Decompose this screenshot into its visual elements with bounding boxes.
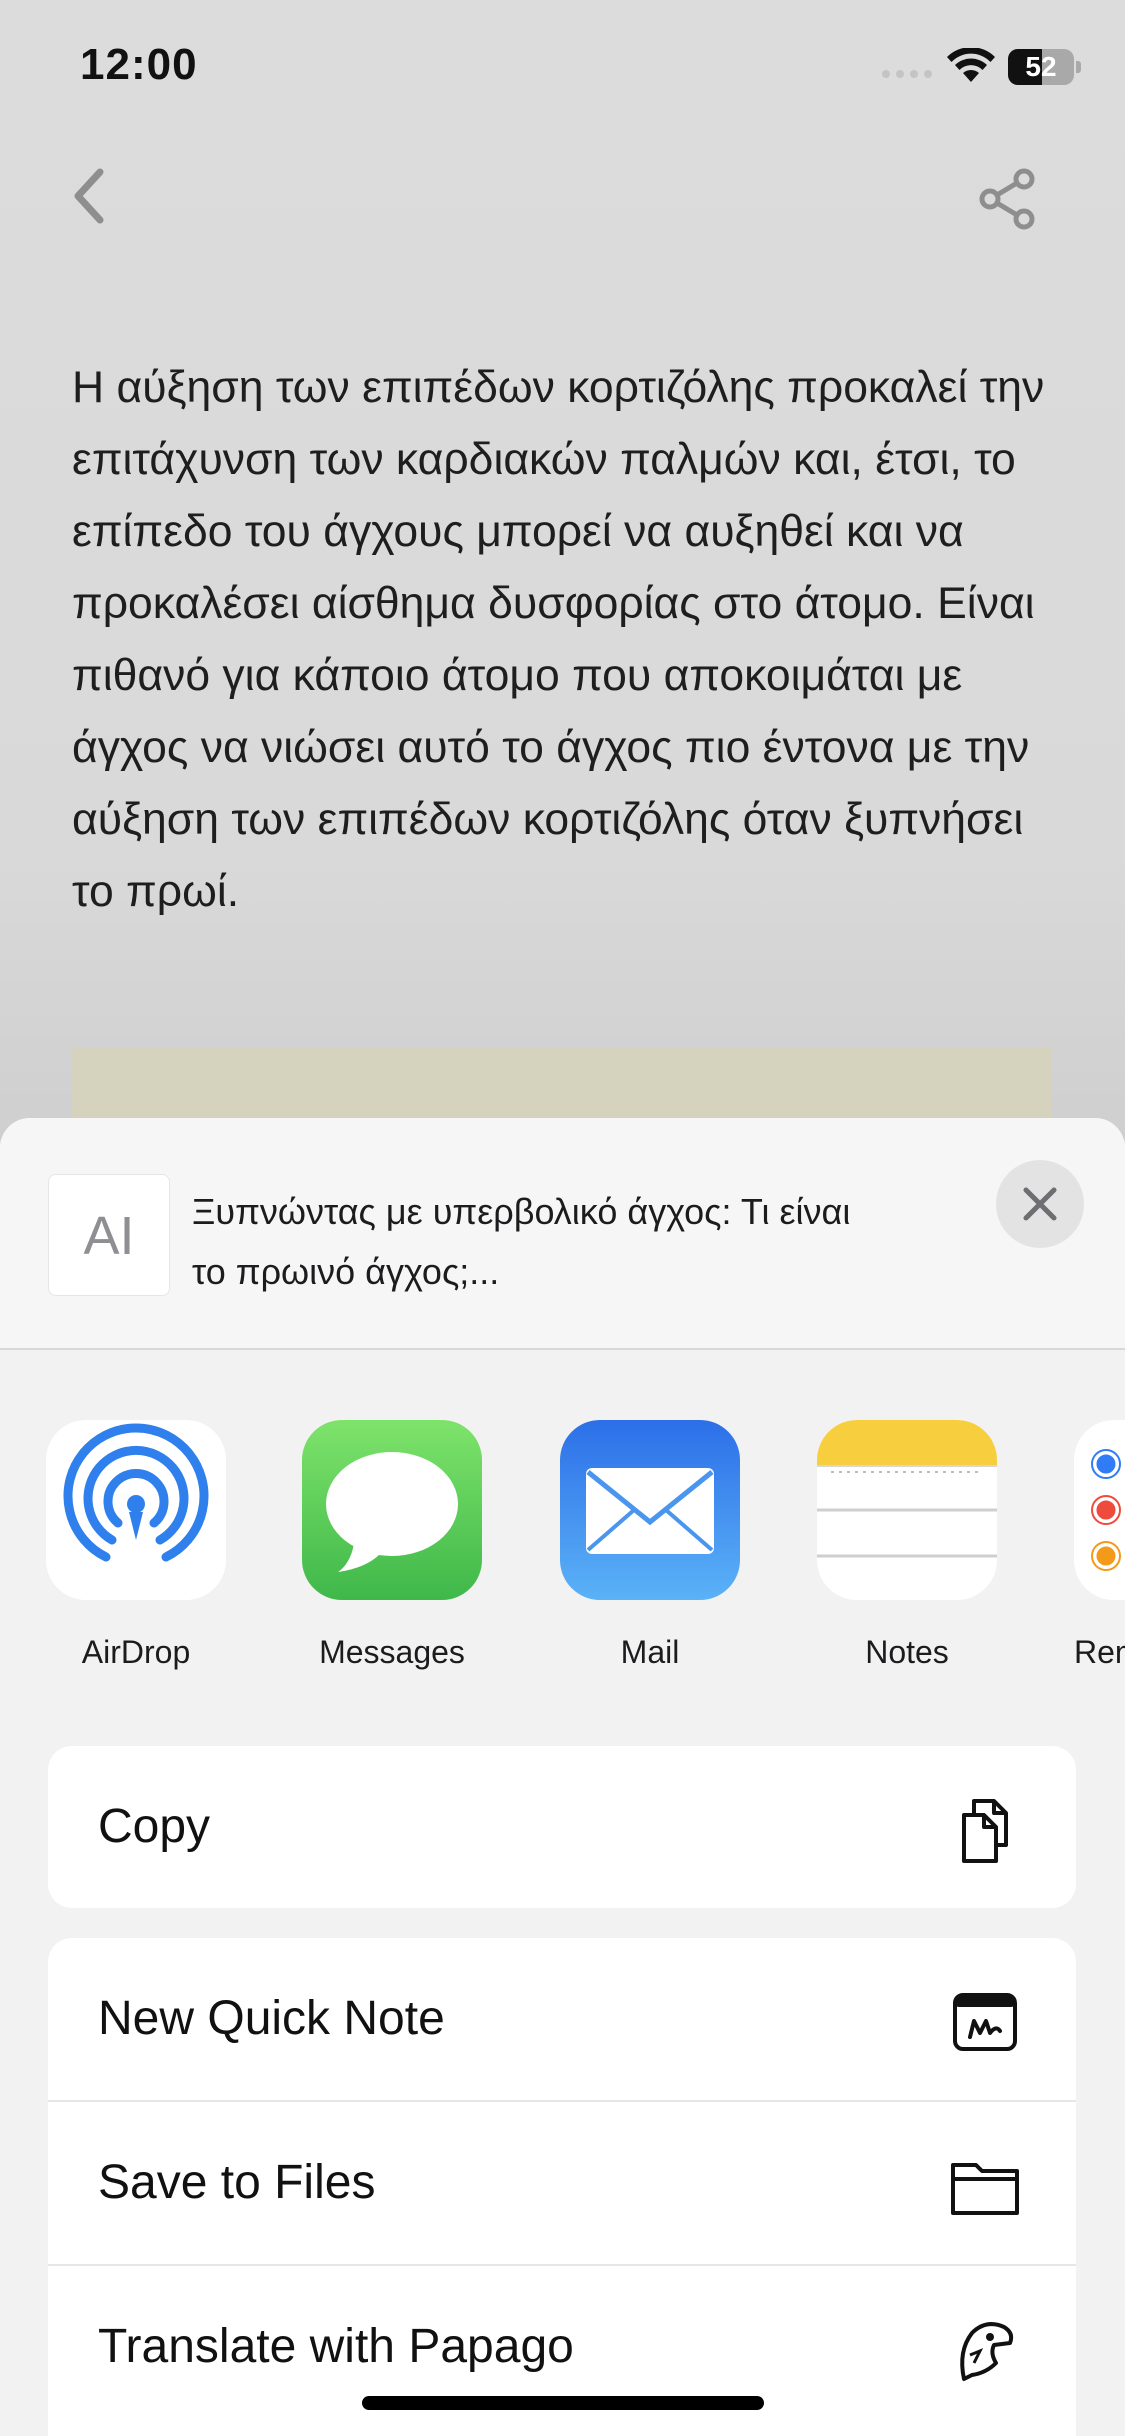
share-icon[interactable] — [976, 168, 1038, 230]
text-format-icon: AI — [83, 1206, 135, 1266]
share-sheet-header: AI Ξυπνώντας με υπερβολικό άγχος: Τι είν… — [0, 1118, 1125, 1350]
action-label: New Quick Note — [98, 1992, 445, 2045]
notes-icon — [817, 1420, 997, 1600]
action-label: Copy — [98, 1800, 211, 1853]
signal-dots-icon — [882, 70, 932, 78]
mail-icon — [560, 1420, 740, 1600]
battery-level: 52 — [1025, 51, 1057, 82]
folder-icon — [951, 2163, 1019, 2215]
status-time: 12:00 — [80, 40, 198, 89]
shared-item-thumbnail: AI — [48, 1174, 170, 1296]
article-body: Η αύξηση των επιπέδων κορτιζόλης προκαλε… — [72, 352, 1072, 928]
app-label: AirDrop — [81, 1634, 191, 1670]
close-button[interactable] — [996, 1160, 1084, 1248]
share-sheet: AI Ξυπνώντας με υπερβολικό άγχος: Τι είν… — [0, 1118, 1125, 2436]
actions-card: New Quick Note Save to Files Translate w… — [48, 1938, 1076, 2436]
copy-action-card: Copy — [48, 1746, 1076, 1908]
quick-note-icon — [953, 1993, 1017, 2051]
back-chevron-icon[interactable] — [66, 164, 114, 228]
action-new-quick-note[interactable]: New Quick Note — [48, 1938, 1076, 2100]
battery-cap — [1076, 61, 1081, 73]
action-label: Save to Files — [98, 2156, 376, 2209]
reminders-icon — [1074, 1420, 1125, 1600]
article-paragraph: Η αύξηση των επιπέδων κορτιζόλης προκαλε… — [72, 363, 1045, 916]
header-divider — [0, 1348, 1125, 1350]
airdrop-icon — [46, 1420, 226, 1600]
papago-icon — [960, 2322, 1014, 2381]
copy-icon — [962, 1799, 1008, 1863]
share-apps-row: AirDrop Messages Mail Notes Re — [0, 1420, 1125, 1670]
action-copy[interactable]: Copy — [48, 1746, 1076, 1908]
home-indicator[interactable] — [362, 2396, 764, 2410]
wifi-icon — [947, 48, 995, 82]
action-save-to-files[interactable]: Save to Files — [48, 2100, 1076, 2264]
app-label: Messages — [319, 1634, 465, 1670]
app-label: Rem — [1074, 1634, 1125, 1670]
shared-item-title: Ξυπνώντας με υπερβολικό άγχος: Τι είναι … — [192, 1191, 851, 1292]
close-icon — [1023, 1187, 1057, 1221]
messages-icon — [302, 1420, 482, 1600]
battery-icon: 52 — [1008, 49, 1074, 85]
app-label: Notes — [865, 1634, 949, 1670]
app-label: Mail — [620, 1634, 680, 1670]
